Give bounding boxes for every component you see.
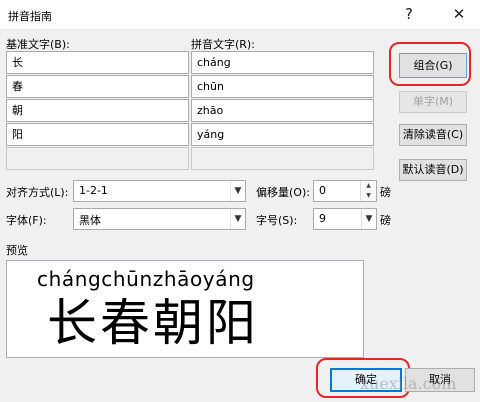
size-select[interactable]: 9 ▼ <box>313 208 377 230</box>
default-reading-button[interactable]: 默认读音(D) <box>399 159 467 181</box>
preview-box: chángchūnzhāoyáng 长春朝阳 <box>6 260 364 358</box>
font-value: 黑体 <box>79 214 101 227</box>
chevron-down-icon[interactable]: ▼ <box>230 181 245 201</box>
pinyin-text-field-4[interactable]: yáng <box>191 123 374 146</box>
offset-stepper[interactable]: 0 ▲ ▼ <box>313 180 377 202</box>
size-value: 9 <box>319 212 326 225</box>
alignment-value: 1-2-1 <box>79 184 108 197</box>
size-unit: 磅 <box>380 214 391 227</box>
offset-label: 偏移量(O): <box>256 186 310 199</box>
alignment-select[interactable]: 1-2-1 ▼ <box>73 180 246 202</box>
alignment-label: 对齐方式(L): <box>6 186 69 199</box>
group-button[interactable]: 组合(G) <box>399 53 467 78</box>
base-text-field-3[interactable]: 朝 <box>6 99 189 122</box>
offset-value: 0 <box>319 184 326 197</box>
clear-reading-button[interactable]: 清除读音(C) <box>399 124 467 146</box>
offset-spin-buttons[interactable]: ▲ ▼ <box>360 181 376 201</box>
preview-base-text: 长春朝阳 <box>47 294 259 352</box>
single-char-button: 单字(M) <box>399 91 467 113</box>
base-text-field-2[interactable]: 春 <box>6 75 189 98</box>
spin-up-icon[interactable]: ▲ <box>361 181 376 191</box>
base-text-field-5 <box>6 147 189 170</box>
pinyin-text-field-3[interactable]: zhāo <box>191 99 374 122</box>
pinyin-text-field-2[interactable]: chūn <box>191 75 374 98</box>
pinyin-text-field-1[interactable]: cháng <box>191 51 374 74</box>
base-text-field-1[interactable]: 长 <box>6 51 189 74</box>
window-title: 拼音指南 <box>8 10 52 23</box>
font-select[interactable]: 黑体 ▼ <box>73 208 246 230</box>
spin-down-icon[interactable]: ▼ <box>361 191 376 201</box>
chevron-down-icon[interactable]: ▼ <box>361 209 376 229</box>
close-icon[interactable]: ✕ <box>446 2 472 26</box>
base-text-label: 基准文字(B): <box>6 38 70 51</box>
pinyin-text-field-5 <box>191 147 374 170</box>
offset-unit: 磅 <box>380 186 391 199</box>
help-icon[interactable]: ? <box>396 2 422 26</box>
preview-pinyin: chángchūnzhāoyáng <box>37 267 255 291</box>
preview-label: 预览 <box>6 244 28 257</box>
chevron-down-icon[interactable]: ▼ <box>230 209 245 229</box>
title-bar: 拼音指南 ? ✕ <box>0 0 480 30</box>
pinyin-text-label: 拼音文字(R): <box>191 38 255 51</box>
size-label: 字号(S): <box>256 214 298 227</box>
base-text-field-4[interactable]: 阳 <box>6 123 189 146</box>
watermark: xuexila.com <box>360 374 457 393</box>
font-label: 字体(F): <box>6 214 47 227</box>
